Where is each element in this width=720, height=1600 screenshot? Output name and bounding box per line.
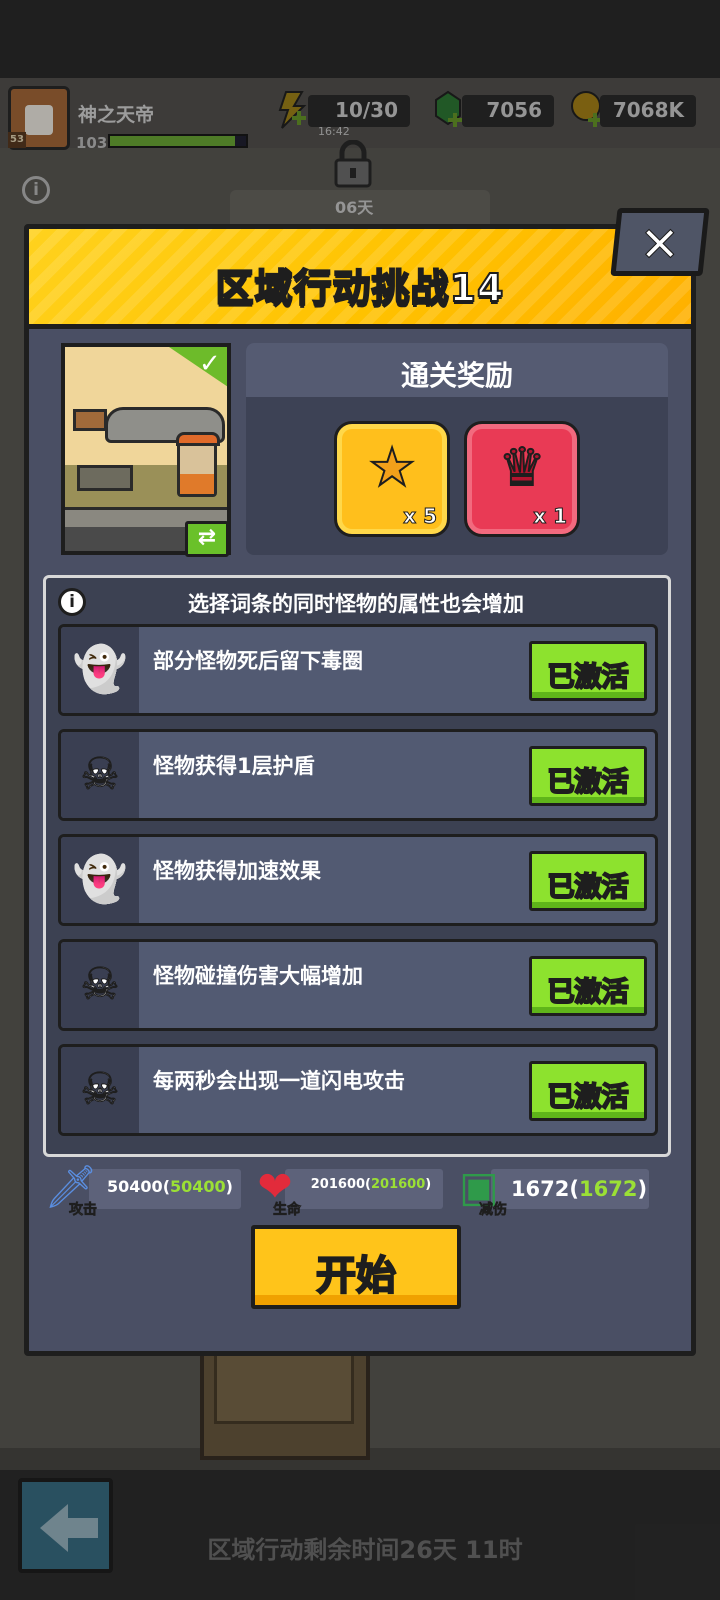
- defense-stat: 1672(1672): [491, 1169, 649, 1209]
- reward-quantity: x 5: [403, 504, 438, 529]
- activate-button[interactable]: 已激活: [529, 956, 647, 1016]
- attack-label: 攻击: [69, 1202, 98, 1219]
- rewards-title: 通关奖励: [400, 359, 513, 392]
- reward-crown-badge[interactable]: ♛ x 1: [464, 421, 580, 537]
- activate-button[interactable]: 已激活: [529, 746, 647, 806]
- modifier-row: 👻 部分怪物死后留下毒圈 已激活: [58, 624, 658, 716]
- dialog-header: 区域行动挑战14: [29, 229, 691, 329]
- health-stat: 201600(201600): [285, 1169, 443, 1209]
- reward-star-medal[interactable]: ★ x 5: [334, 421, 450, 537]
- close-button[interactable]: ✕: [610, 208, 710, 276]
- ghost-speed-icon: 👻: [72, 644, 128, 696]
- refresh-icon: ⇄: [197, 525, 217, 550]
- activate-button[interactable]: 已激活: [529, 1061, 647, 1121]
- close-icon: ✕: [639, 217, 680, 274]
- reward-quantity: x 1: [533, 504, 568, 529]
- activate-button[interactable]: 已激活: [529, 641, 647, 701]
- modifier-text: 部分怪物死后留下毒圈: [153, 649, 363, 673]
- modifier-text: 怪物获得加速效果: [153, 859, 321, 883]
- ghost-speed-icon: 👻: [72, 854, 128, 906]
- modifier-row: ☠ 怪物获得1层护盾 已激活: [58, 729, 658, 821]
- skull-icon: ☠: [80, 749, 120, 801]
- swap-stage-button[interactable]: ⇄: [185, 521, 229, 557]
- info-icon[interactable]: i: [58, 588, 86, 616]
- modifier-row: ☠ 每两秒会出现一道闪电攻击 已激活: [58, 1044, 658, 1136]
- rewards-panel: 通关奖励 ★ x 5 ♛ x 1: [246, 343, 668, 555]
- defense-label: 减伤: [479, 1202, 508, 1219]
- modifier-row: ☠ 怪物碰撞伤害大幅增加 已激活: [58, 939, 658, 1031]
- activate-button[interactable]: 已激活: [529, 851, 647, 911]
- health-label: 生命: [273, 1202, 302, 1219]
- crown-badge-icon: ♛: [498, 437, 547, 499]
- start-button[interactable]: 开始: [251, 1225, 461, 1309]
- modifiers-header: 选择词条的同时怪物的属性也会增加: [188, 592, 524, 616]
- checkmark-icon: ✓: [199, 349, 221, 379]
- modifier-text: 怪物获得1层护盾: [153, 754, 315, 778]
- modifier-text: 每两秒会出现一道闪电攻击: [153, 1069, 405, 1093]
- dialog-title: 区域行动挑战14: [215, 265, 505, 311]
- star-medal-icon: ★: [368, 437, 417, 499]
- skull-icon: ☠: [80, 959, 120, 1011]
- modifier-row: 👻 怪物获得加速效果 已激活: [58, 834, 658, 926]
- skull-icon: ☠: [80, 1064, 120, 1116]
- modifiers-panel: i 选择词条的同时怪物的属性也会增加 👻 部分怪物死后留下毒圈 已激活 ☠ 怪物…: [43, 575, 671, 1157]
- modifier-text: 怪物碰撞伤害大幅增加: [153, 964, 363, 988]
- challenge-dialog: 区域行动挑战14 ✓ ⇄ 通关奖励 ★ x 5 ♛ x 1 i 选择词条的同时怪…: [24, 224, 696, 1356]
- attack-stat: 50400(50400): [89, 1169, 241, 1209]
